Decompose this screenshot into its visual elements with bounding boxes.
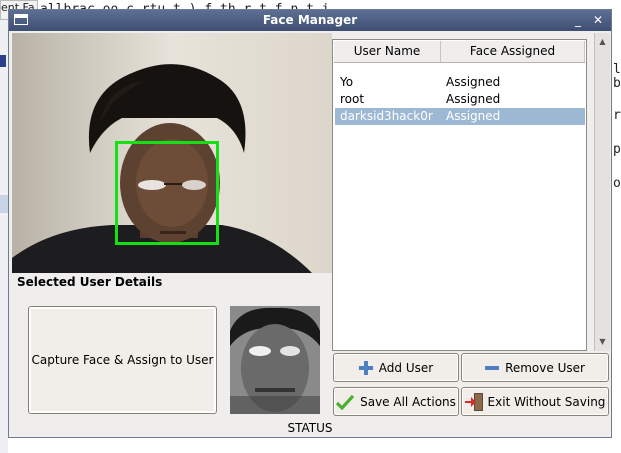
cell-user-name: root bbox=[340, 92, 365, 106]
cell-user-name: Yo bbox=[340, 75, 354, 89]
face-thumbnail-image bbox=[230, 306, 320, 414]
plus-icon bbox=[358, 360, 373, 375]
camera-feed bbox=[12, 33, 332, 273]
cell-face-assigned: Assigned bbox=[446, 75, 501, 89]
status-label: STATUS bbox=[287, 421, 333, 435]
add-user-label: Add User bbox=[378, 360, 434, 375]
scroll-up-arrow-icon[interactable]: ▲ bbox=[595, 35, 610, 49]
save-all-actions-button[interactable]: Save All Actions bbox=[333, 387, 459, 416]
face-manager-window: Face Manager _ ✕ Selected User Details C… bbox=[8, 9, 612, 438]
background-text-char: l bbox=[613, 62, 621, 77]
window-title: Face Manager bbox=[262, 13, 358, 27]
cell-user-name: darksid3hack0r bbox=[340, 109, 433, 123]
minimize-button[interactable]: _ bbox=[571, 13, 585, 27]
background-text-char: o bbox=[613, 176, 621, 191]
vertical-scrollbar[interactable]: ▲ ▼ bbox=[594, 33, 610, 351]
table-row[interactable]: Yo Assigned bbox=[335, 74, 585, 91]
remove-user-button[interactable]: Remove User bbox=[461, 353, 609, 382]
user-table[interactable]: User Name Face Assigned Yo Assigned root… bbox=[332, 39, 587, 351]
scroll-down-arrow-icon[interactable]: ▼ bbox=[595, 335, 610, 349]
remove-user-label: Remove User bbox=[505, 360, 585, 375]
checkmark-icon bbox=[336, 394, 355, 410]
close-button[interactable]: ✕ bbox=[591, 13, 605, 27]
table-row-selected[interactable]: darksid3hack0r Assigned bbox=[335, 108, 585, 125]
save-all-actions-label: Save All Actions bbox=[360, 394, 456, 409]
capture-face-button[interactable]: Capture Face & Assign to User bbox=[28, 306, 217, 414]
face-thumbnail bbox=[230, 306, 320, 414]
cell-face-assigned: Assigned bbox=[446, 109, 501, 123]
table-header: User Name Face Assigned bbox=[334, 41, 585, 63]
exit-without-saving-label: Exit Without Saving bbox=[487, 394, 606, 409]
background-marker bbox=[0, 55, 6, 67]
selected-user-details-label: Selected User Details bbox=[17, 275, 163, 289]
exit-without-saving-button[interactable]: Exit Without Saving bbox=[461, 387, 609, 416]
background-text-char: r bbox=[613, 108, 621, 123]
minus-icon bbox=[485, 361, 500, 375]
table-row[interactable]: root Assigned bbox=[335, 91, 585, 108]
exit-door-icon bbox=[464, 392, 485, 411]
background-selection bbox=[0, 195, 8, 213]
title-bar[interactable]: Face Manager _ ✕ bbox=[9, 10, 611, 31]
background-text-char: p bbox=[613, 142, 621, 157]
background-text-char: b bbox=[613, 76, 621, 91]
background-left-panel bbox=[0, 0, 8, 453]
column-header-user-name[interactable]: User Name bbox=[334, 41, 441, 62]
column-header-face-assigned[interactable]: Face Assigned bbox=[441, 41, 585, 62]
cell-face-assigned: Assigned bbox=[446, 92, 501, 106]
add-user-button[interactable]: Add User bbox=[333, 353, 459, 382]
face-detection-box bbox=[115, 141, 219, 245]
